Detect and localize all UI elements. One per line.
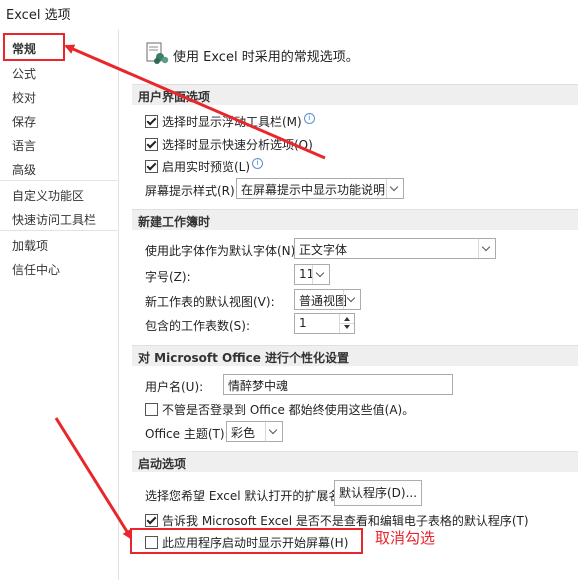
arrow-to-general <box>64 44 326 160</box>
arrow-to-start-screen <box>54 417 133 540</box>
annotation-arrows <box>54 44 326 540</box>
